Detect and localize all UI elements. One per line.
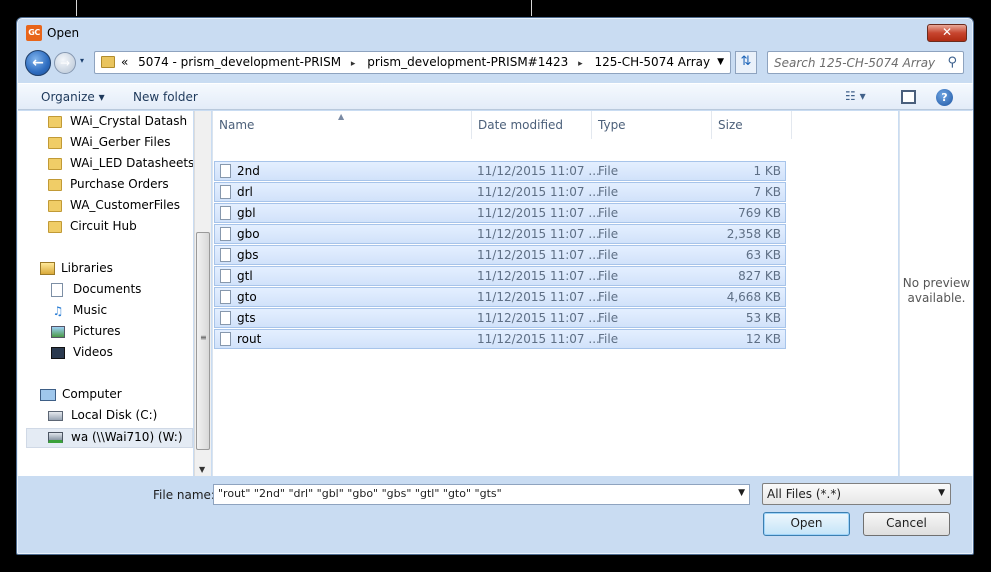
chevron-right-icon[interactable]: ▸ — [351, 59, 356, 69]
preview-message: No preview available. — [902, 276, 971, 305]
sidebar-item-music[interactable]: ♫ Music — [51, 303, 108, 323]
file-icon — [220, 164, 231, 178]
background-line — [531, 0, 532, 16]
file-row[interactable]: gbs 11/12/2015 11:07 ... File 63 KB — [214, 245, 786, 265]
app-icon: GC — [26, 25, 42, 41]
file-icon — [220, 227, 231, 241]
new-folder-button[interactable]: New folder — [133, 90, 198, 104]
view-options-icon[interactable]: ☷ ▾ — [845, 89, 866, 103]
library-icon — [40, 262, 55, 275]
music-icon: ♫ — [52, 303, 64, 318]
sidebar-item-documents[interactable]: Documents — [51, 282, 141, 302]
cancel-button[interactable]: Cancel — [863, 512, 950, 536]
sidebar-item-videos[interactable]: Videos — [51, 345, 113, 365]
chevron-right-icon[interactable]: ▸ — [578, 59, 583, 69]
file-icon — [220, 206, 231, 220]
sort-ascending-icon: ▲ — [338, 112, 345, 121]
navigation-pane: WAi_Crystal Datash WAi_Gerber Files WAi_… — [18, 111, 193, 476]
file-icon — [220, 311, 231, 325]
folder-icon — [48, 136, 62, 149]
sidebar-item-purchase-orders[interactable]: Purchase Orders — [48, 177, 169, 197]
chevron-down-icon[interactable]: ▼ — [938, 488, 945, 498]
background-line — [76, 0, 77, 16]
sidebar-item-network-drive[interactable]: wa (\\Wai710) (W:) — [26, 428, 193, 448]
file-icon — [220, 332, 231, 346]
file-row[interactable]: gbl 11/12/2015 11:07 ... File 769 KB — [214, 203, 786, 223]
file-name-field[interactable]: "rout" "2nd" "drl" "gbl" "gbo" "gbs" "gt… — [213, 484, 750, 505]
scrollbar-thumb[interactable]: ≡ — [196, 232, 210, 450]
folder-icon — [101, 56, 115, 68]
breadcrumb-item[interactable]: 125-CH-5074 Array — [594, 55, 710, 69]
title-bar: GC Open ✕ — [17, 18, 973, 46]
folder-icon — [48, 220, 62, 233]
open-dialog: GC Open ✕ ← → ▾ « 5074 - prism_developme… — [16, 17, 974, 555]
file-icon — [220, 248, 231, 262]
chevron-down-icon[interactable]: ▼ — [738, 488, 745, 498]
file-row[interactable]: gtl 11/12/2015 11:07 ... File 827 KB — [214, 266, 786, 286]
file-name-value: "rout" "2nd" "drl" "gbl" "gbo" "gbs" "gt… — [218, 487, 502, 500]
file-list: Name ▲ Date modified Type Size 2nd 11/12/2… — [212, 111, 898, 476]
file-row[interactable]: gto 11/12/2015 11:07 ... File 4,668 KB — [214, 287, 786, 307]
recent-locations-dropdown[interactable]: ▾ — [80, 56, 84, 65]
sidebar-item-circuit-hub[interactable]: Circuit Hub — [48, 219, 137, 239]
close-button[interactable]: ✕ — [927, 24, 967, 42]
search-icon[interactable]: ⚲ — [947, 55, 957, 70]
file-row[interactable]: gbo 11/12/2015 11:07 ... File 2,358 KB — [214, 224, 786, 244]
file-type-value: All Files (*.*) — [767, 487, 842, 501]
file-row[interactable]: 2nd 11/12/2015 11:07 ... File 1 KB — [214, 161, 786, 181]
dialog-title: Open — [47, 26, 80, 40]
command-toolbar: Organize ▾ New folder ☷ ▾ ? — [18, 83, 973, 110]
sidebar-item-led-datasheets[interactable]: WAi_LED Datasheets — [48, 156, 193, 176]
sidebar-item-crystal-datasheets[interactable]: WAi_Crystal Datash — [48, 114, 187, 134]
refresh-button[interactable]: ⇅ — [735, 51, 757, 74]
file-name-label: File name: — [153, 488, 215, 502]
breadcrumb-item[interactable]: prism_development-PRISM#1423 — [367, 55, 568, 69]
folder-icon — [48, 199, 62, 212]
disk-icon — [48, 410, 63, 421]
chevron-down-icon[interactable]: ▼ — [717, 57, 724, 67]
back-button[interactable]: ← — [25, 50, 51, 76]
navigation-bar: ← → ▾ « 5074 - prism_development-PRISM ▸… — [17, 48, 973, 78]
column-header-type[interactable]: Type — [592, 111, 712, 139]
breadcrumb: « 5074 - prism_development-PRISM ▸ prism… — [121, 55, 716, 69]
computer-icon — [40, 388, 56, 401]
scroll-down-icon[interactable]: ▼ — [199, 465, 205, 474]
file-row[interactable]: gts 11/12/2015 11:07 ... File 53 KB — [214, 308, 786, 328]
column-header-date[interactable]: Date modified — [472, 111, 592, 139]
sidebar-item-pictures[interactable]: Pictures — [51, 324, 121, 344]
navigation-scrollbar[interactable]: ≡ ▼ — [194, 111, 211, 476]
sidebar-item-local-disk[interactable]: Local Disk (C:) — [48, 408, 157, 428]
open-button[interactable]: Open — [763, 512, 850, 536]
sidebar-item-gerber-files[interactable]: WAi_Gerber Files — [48, 135, 170, 155]
network-drive-icon — [48, 432, 63, 443]
preview-pane-icon[interactable] — [901, 90, 916, 104]
sidebar-item-customer-files[interactable]: WA_CustomerFiles — [48, 198, 180, 218]
preview-pane: No preview available. — [899, 111, 973, 476]
column-header-name[interactable]: Name ▲ — [213, 111, 472, 139]
help-icon[interactable]: ? — [936, 89, 953, 106]
sidebar-item-computer[interactable]: Computer — [40, 387, 122, 407]
folder-icon — [48, 115, 62, 128]
breadcrumb-overflow[interactable]: « — [121, 55, 128, 69]
file-icon — [220, 269, 231, 283]
search-placeholder: Search 125-CH-5074 Array — [774, 56, 936, 70]
folder-icon — [48, 157, 62, 170]
documents-icon — [51, 282, 63, 297]
breadcrumb-item[interactable]: 5074 - prism_development-PRISM — [138, 55, 341, 69]
folder-icon — [48, 178, 62, 191]
file-type-filter[interactable]: All Files (*.*) ▼ — [762, 483, 951, 505]
file-icon — [220, 185, 231, 199]
file-row[interactable]: rout 11/12/2015 11:07 ... File 12 KB — [214, 329, 786, 349]
videos-icon — [51, 346, 65, 359]
search-input[interactable]: Search 125-CH-5074 Array ⚲ — [767, 51, 964, 74]
pictures-icon — [51, 325, 65, 338]
file-row[interactable]: drl 11/12/2015 11:07 ... File 7 KB — [214, 182, 786, 202]
address-bar[interactable]: « 5074 - prism_development-PRISM ▸ prism… — [94, 51, 731, 74]
column-header-size[interactable]: Size — [712, 111, 792, 139]
file-icon — [220, 290, 231, 304]
forward-button[interactable]: → — [54, 52, 76, 74]
grip-icon: ≡ — [200, 333, 207, 342]
organize-button[interactable]: Organize ▾ — [41, 90, 105, 104]
sidebar-item-libraries[interactable]: Libraries — [40, 261, 113, 281]
